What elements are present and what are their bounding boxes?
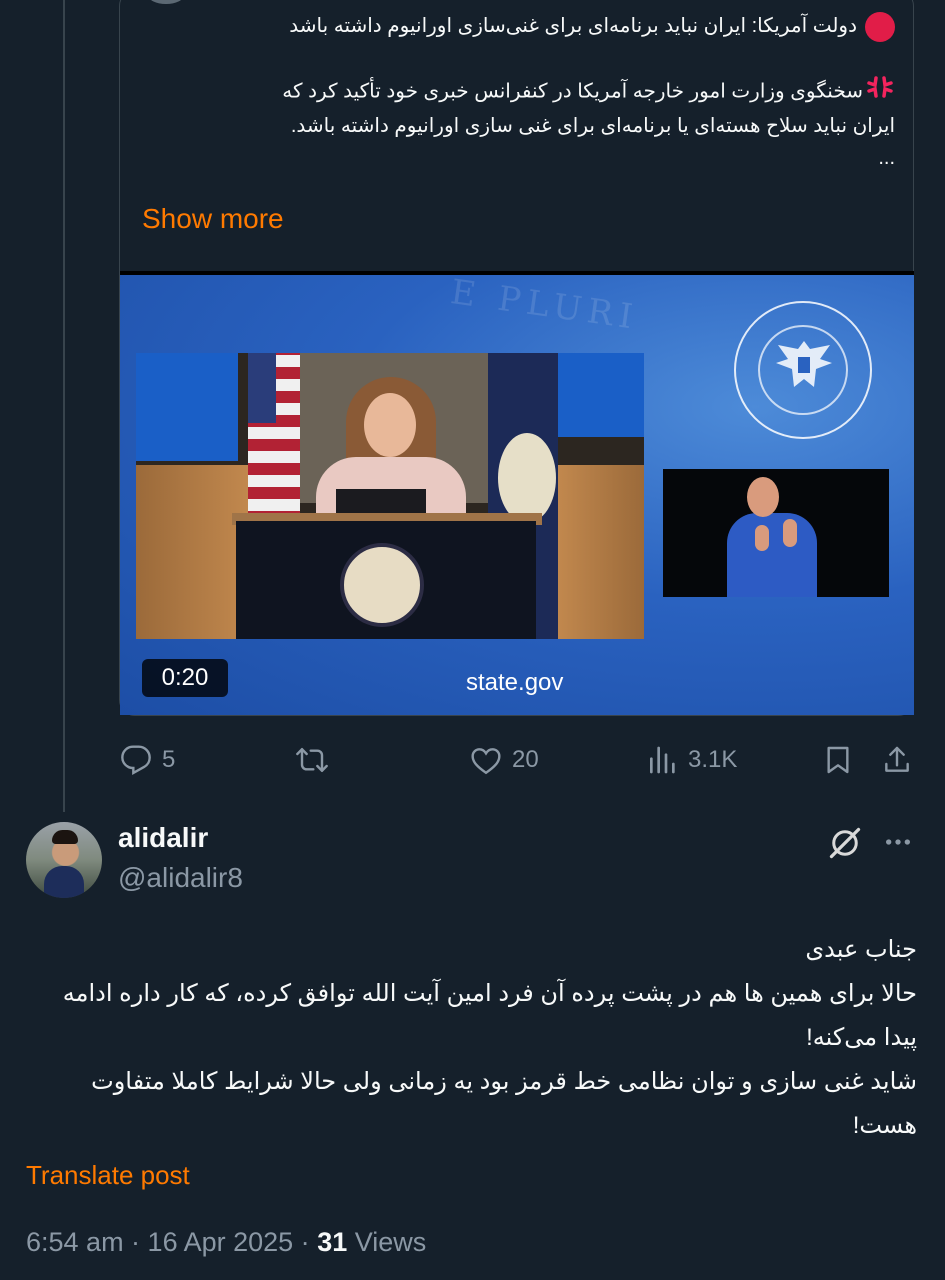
thread-line	[63, 0, 65, 812]
interpreter-body	[727, 513, 817, 597]
post-meta: 6:54 am · 16 Apr 2025 · 31 Views	[26, 1227, 426, 1258]
grok-button[interactable]	[827, 825, 863, 866]
quoted-post-text: دولت آمریکا: ایران نباید برنامه‌ای برای …	[155, 10, 895, 174]
speaker-face	[364, 393, 416, 457]
quote-line-2: ایران نباید سلاح هسته‌ای یا برنامه‌ای بر…	[290, 115, 895, 137]
like-button[interactable]: 20	[470, 740, 539, 780]
quote-blank-line	[155, 42, 895, 74]
share-icon	[885, 746, 909, 772]
bookmark-icon	[827, 746, 849, 774]
reply-line-1: جناب عبدی	[805, 936, 917, 963]
podium-seal	[340, 543, 424, 627]
views-icon	[650, 746, 675, 774]
views-count: 3.1K	[688, 746, 738, 773]
screen-left	[136, 353, 238, 461]
quote-line-1-text: سخنگوی وزارت امور خارجه آمریکا در کنفران…	[282, 80, 863, 103]
avatar-hair	[52, 830, 78, 844]
quote-line-1: سخنگوی وزارت امور خارجه آمریکا در کنفران…	[155, 74, 895, 110]
interpreter-hand	[783, 519, 797, 547]
reply-body: جناب عبدی حالا برای همین ها هم در پشت پر…	[27, 928, 917, 1148]
anger-symbol-icon	[865, 74, 895, 110]
grok-icon	[829, 827, 861, 859]
post-timestamp[interactable]: 6:54 am · 16 Apr 2025 ·	[26, 1227, 317, 1257]
bookmark-button[interactable]	[822, 740, 854, 780]
video-briefing-room	[136, 353, 644, 639]
eagle-icon	[776, 341, 832, 387]
show-more-link[interactable]: Show more	[142, 203, 284, 235]
views-button[interactable]: 3.1K	[646, 740, 737, 780]
action-bar: 5 20 3.1K	[0, 740, 945, 780]
avatar[interactable]	[26, 822, 102, 898]
views-label: Views	[347, 1227, 427, 1257]
reply-button[interactable]: 5	[120, 740, 175, 780]
translate-post-link[interactable]: Translate post	[26, 1160, 190, 1191]
more-icon	[886, 839, 910, 845]
quote-ellipsis: ...	[878, 147, 895, 169]
reply-handle[interactable]: @alidalir8	[118, 862, 243, 894]
reply-icon	[121, 745, 151, 775]
avatar-body	[44, 866, 84, 898]
screen-right	[552, 353, 644, 437]
red-circle-icon	[865, 11, 895, 42]
quote-headline-line: دولت آمریکا: ایران نباید برنامه‌ای برای …	[155, 10, 895, 42]
repost-icon	[296, 747, 328, 773]
reply-line-2: حالا برای همین ها هم در پشت پرده آن فرد …	[62, 980, 917, 1051]
reply-line-3: شاید غنی سازی و توان نظامی خط قرمز بود ی…	[91, 1068, 917, 1139]
sign-language-interpreter	[663, 469, 889, 597]
repost-button[interactable]	[294, 740, 340, 780]
views-number: 31	[317, 1227, 348, 1257]
video-caption: state.gov	[466, 669, 564, 696]
like-count: 20	[512, 746, 539, 773]
video-watermark: E PLURI	[448, 272, 641, 338]
state-flag-seal	[498, 433, 556, 523]
department-seal-icon	[734, 301, 872, 439]
reply-count: 5	[162, 746, 176, 773]
share-button[interactable]	[881, 740, 913, 780]
like-icon	[471, 748, 501, 775]
us-flag-canton	[248, 353, 276, 423]
wood-panel-right	[552, 465, 644, 639]
quote-headline: دولت آمریکا: ایران نباید برنامه‌ای برای …	[289, 15, 857, 37]
video-duration: 0:20	[142, 659, 228, 697]
interpreter-hand	[755, 525, 769, 551]
more-button[interactable]	[882, 826, 914, 863]
reply-display-name[interactable]: alidalir	[118, 822, 208, 854]
video-player[interactable]: E PLURI 0:20 state.gov	[120, 271, 914, 715]
interpreter-head	[747, 477, 779, 517]
